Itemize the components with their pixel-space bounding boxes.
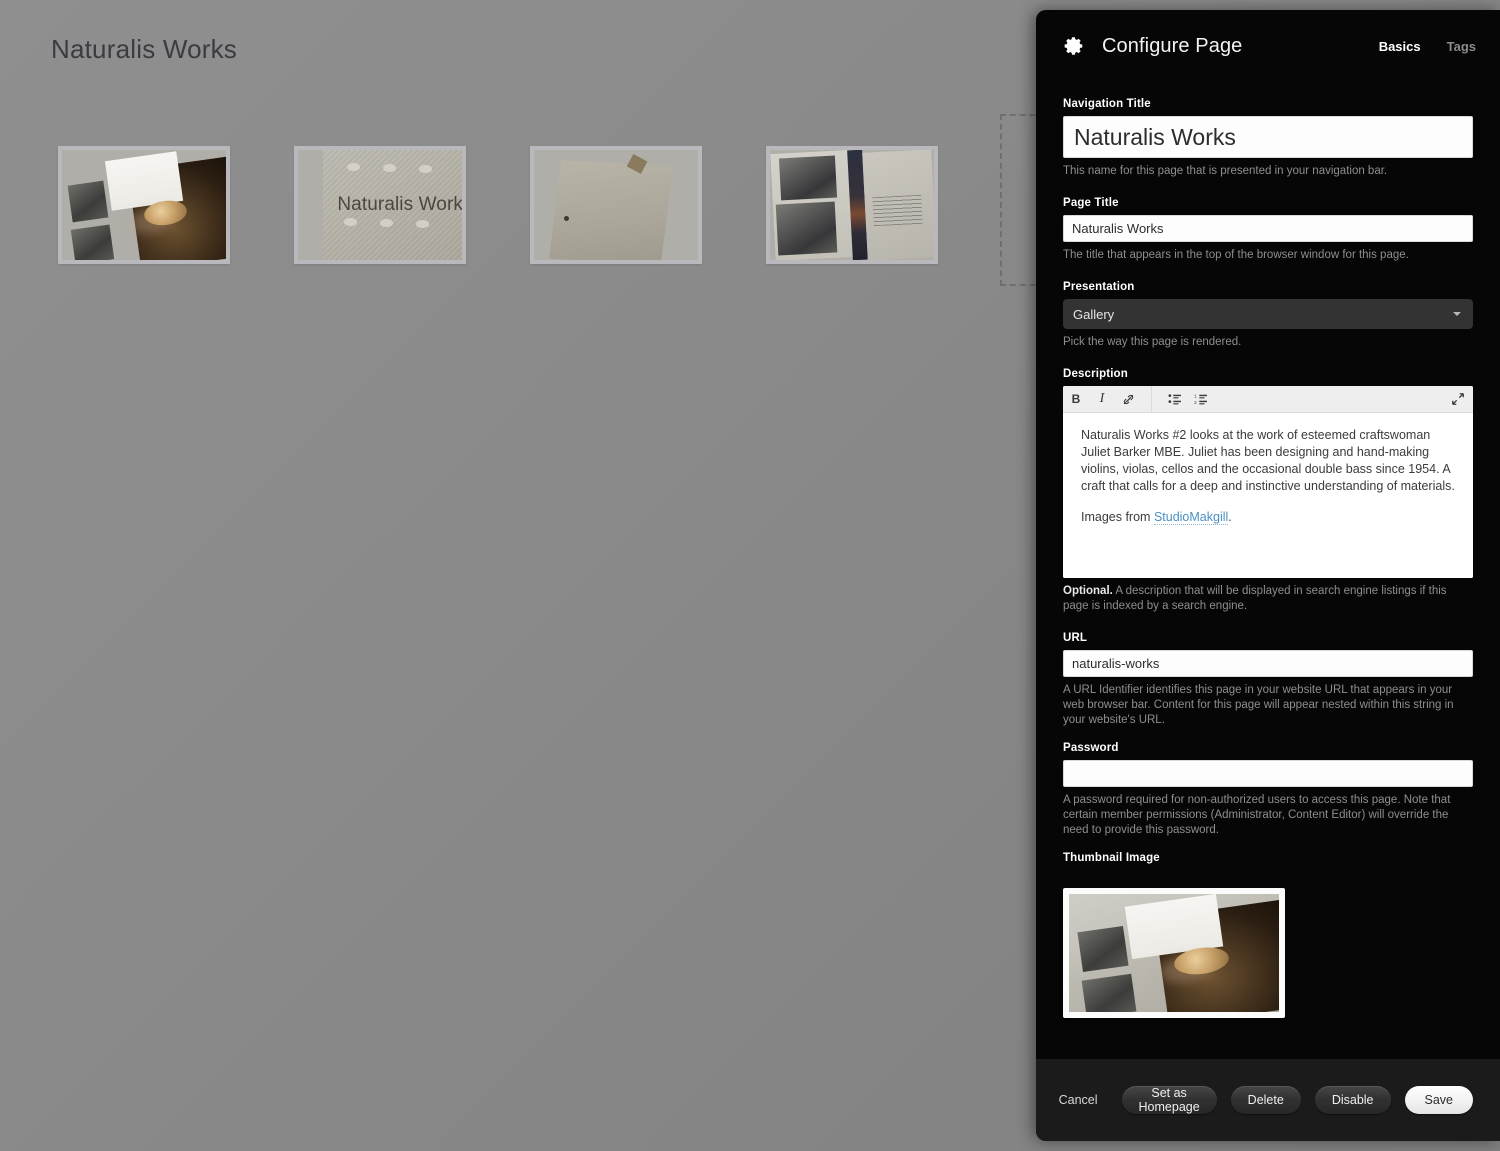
set-as-homepage-button[interactable]: Set as Homepage [1121,1086,1217,1114]
password-help: A password required for non-authorized u… [1063,794,1451,836]
numbered-list-icon[interactable]: 1 2 [1188,386,1214,412]
gallery-item-2[interactable]: Naturalis Works [294,146,466,264]
page-title-input[interactable] [1063,215,1473,242]
panel-tabs: Basics Tags [1379,39,1476,54]
presentation-label: Presentation [1063,281,1135,293]
gallery-item-2-caption: Naturalis Works [337,194,462,215]
field-presentation: Presentation Gallery Pick the way this p… [1063,281,1473,350]
booklet-spread-craftsman-image [62,150,226,260]
field-thumbnail-image: Thumbnail Image [1063,852,1473,1018]
thumbnail-image-frame[interactable] [1063,888,1285,1018]
description-help-optional: Optional. [1063,585,1113,597]
description-paragraph-2-prefix: Images from [1081,510,1154,524]
unlink-icon[interactable] [1115,386,1141,412]
gallery-item-1[interactable] [58,146,230,264]
delete-button[interactable]: Delete [1230,1086,1301,1114]
description-paragraph-2-suffix: . [1228,510,1232,524]
description-text-area[interactable]: Naturalis Works #2 looks at the work of … [1063,413,1473,578]
password-label: Password [1063,742,1119,754]
url-label: URL [1063,632,1088,644]
embossed-cover-image: Naturalis Works [298,150,462,260]
description-paragraph-2: Images from StudioMakgill. [1081,509,1455,526]
url-input[interactable] [1063,650,1473,677]
thumbnail-image [1069,894,1279,1012]
svg-text:1: 1 [1194,393,1197,398]
tab-tags[interactable]: Tags [1447,39,1476,54]
description-label: Description [1063,368,1128,380]
cancel-button[interactable]: Cancel [1053,1086,1104,1114]
page-title-label: Page Title [1063,197,1119,209]
page-title: Naturalis Works [51,34,238,64]
description-rich-text-editor: B I 1 2 Naturalis Works #2 looks at the … [1063,386,1473,578]
field-navigation-title: Navigation Title This name for this page… [1063,98,1473,179]
configure-page-panel: Configure Page Basics Tags Navigation Ti… [1036,10,1500,1141]
field-password: Password A password required for non-aut… [1063,742,1473,838]
bullet-list-icon[interactable] [1162,386,1188,412]
url-help: A URL Identifier identifies this page in… [1063,684,1454,726]
grey-card-cover-image [534,150,698,260]
tab-basics[interactable]: Basics [1379,39,1421,54]
italic-icon[interactable]: I [1089,386,1115,412]
svg-text:2: 2 [1194,400,1197,405]
gear-icon[interactable] [1063,35,1085,57]
thumbnail-image-label: Thumbnail Image [1063,852,1160,864]
disable-button[interactable]: Disable [1314,1086,1391,1114]
panel-footer: Cancel Set as Homepage Delete Disable Sa… [1036,1059,1500,1141]
panel-body: Navigation Title This name for this page… [1036,82,1500,1087]
navigation-title-input[interactable] [1063,116,1473,158]
rich-text-toolbar: B I 1 2 [1063,386,1473,413]
page-title-help: The title that appears in the top of the… [1063,249,1409,261]
chevron-down-icon [1453,312,1461,316]
presentation-value: Gallery [1073,306,1115,322]
presentation-select[interactable]: Gallery [1063,299,1473,329]
password-input[interactable] [1063,760,1473,787]
description-help: Optional. A description that will be dis… [1063,584,1473,614]
panel-header: Configure Page Basics Tags [1036,10,1500,82]
panel-title: Configure Page [1102,34,1243,57]
bold-icon[interactable]: B [1063,386,1089,412]
field-page-title: Page Title The title that appears in the… [1063,197,1473,263]
expand-icon[interactable] [1451,392,1465,411]
booklet-spread-photos-image [770,150,934,260]
presentation-help: Pick the way this page is rendered. [1063,336,1242,348]
gallery-item-3[interactable] [530,146,702,264]
description-paragraph-1: Naturalis Works #2 looks at the work of … [1081,428,1455,493]
navigation-title-label: Navigation Title [1063,98,1151,110]
gallery-item-4[interactable] [766,146,938,264]
description-help-text: A description that will be displayed in … [1063,585,1447,612]
studiomakgill-link[interactable]: StudioMakgill [1153,510,1229,525]
navigation-title-help: This name for this page that is presente… [1063,165,1388,177]
field-url: URL A URL Identifier identifies this pag… [1063,632,1473,728]
field-description: Description B I 1 2 Naturalis Works #2 l… [1063,368,1473,614]
save-button[interactable]: Save [1404,1086,1473,1114]
